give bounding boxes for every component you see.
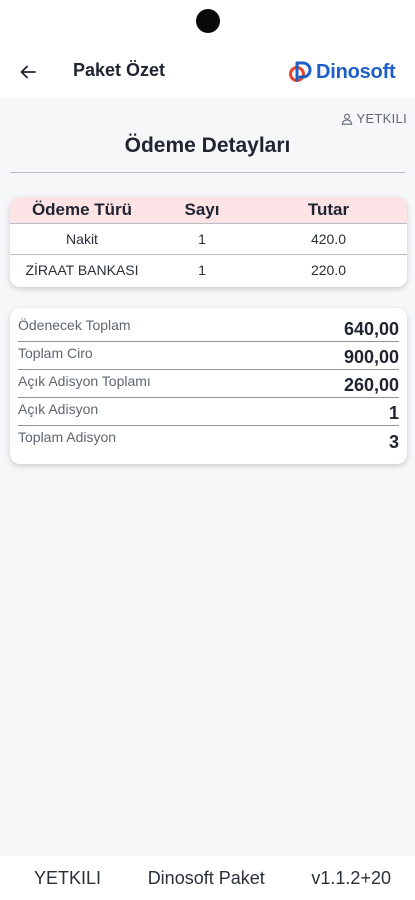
cell-type: ZİRAAT BANKASI [10, 253, 154, 285]
summary-label: Ödenecek Toplam [18, 316, 131, 333]
brand-name: Dinosoft [316, 60, 396, 83]
summary-value: 1 [388, 403, 399, 423]
summary-row: Açık Adisyon 1 [18, 398, 399, 426]
page-title: Paket Özet [73, 60, 166, 80]
cell-count: 1 [154, 222, 250, 254]
summary-card: Ödenecek Toplam 640,00 Toplam Ciro 900,0… [10, 308, 407, 464]
app-bar: Paket Özet Dinosoft [0, 44, 415, 98]
payment-table: Ödeme Türü Sayı Tutar Nakit 1 420.0 ZİRA… [10, 197, 407, 285]
column-header-type: Ödeme Türü [10, 197, 154, 223]
cell-count: 1 [154, 253, 250, 285]
cell-amount: 420.0 [250, 222, 407, 254]
back-button[interactable] [12, 56, 44, 88]
cell-type: Nakit [10, 222, 154, 254]
table-header-row: Ödeme Türü Sayı Tutar [10, 197, 407, 223]
summary-value: 900,00 [343, 347, 399, 367]
summary-row: Toplam Ciro 900,00 [18, 342, 399, 370]
summary-row: Ödenecek Toplam 640,00 [18, 314, 399, 342]
brand-logo: Dinosoft [288, 58, 396, 86]
footer-role: YETKILI [34, 867, 102, 888]
dinosoft-logo-icon [289, 61, 312, 82]
summary-label: Açık Adisyon [18, 400, 99, 417]
summary-row: Toplam Adisyon 3 [18, 426, 399, 454]
summary-value: 3 [388, 431, 399, 452]
column-header-amount: Tutar [250, 197, 407, 223]
section-title: Ödeme Detayları [124, 134, 291, 157]
status-bar [0, 0, 415, 44]
table-row: Nakit 1 420.0 [10, 222, 407, 254]
summary-label: Toplam Adisyon [18, 429, 117, 445]
user-role-chip: YETKILI [341, 111, 407, 126]
summary-value: 640,00 [343, 319, 399, 339]
summary-row: Açık Adisyon Toplamı 260,00 [18, 370, 399, 398]
cell-amount: 220.0 [250, 253, 407, 285]
summary-label: Toplam Ciro [18, 344, 93, 361]
summary-value: 260,00 [343, 375, 399, 395]
arrow-left-icon [20, 65, 36, 79]
camera-cutout [196, 9, 220, 33]
footer-app-name: Dinosoft Paket [147, 867, 265, 888]
footer-version: v1.1.2+20 [311, 867, 391, 888]
payment-details-card: Ödeme Türü Sayı Tutar Nakit 1 420.0 ZİRA… [10, 197, 407, 287]
footer-bar: YETKILI Dinosoft Paket v1.1.2+20 [0, 856, 415, 900]
table-row: ZİRAAT BANKASI 1 220.0 [10, 253, 407, 285]
summary-label: Açık Adisyon Toplamı [18, 372, 151, 389]
column-header-count: Sayı [154, 197, 250, 223]
divider [10, 172, 405, 173]
user-role-label: YETKILI [356, 111, 407, 126]
main-content: YETKILI Ödeme Detayları Ödeme Türü Sayı … [0, 98, 415, 856]
person-icon [342, 113, 353, 125]
